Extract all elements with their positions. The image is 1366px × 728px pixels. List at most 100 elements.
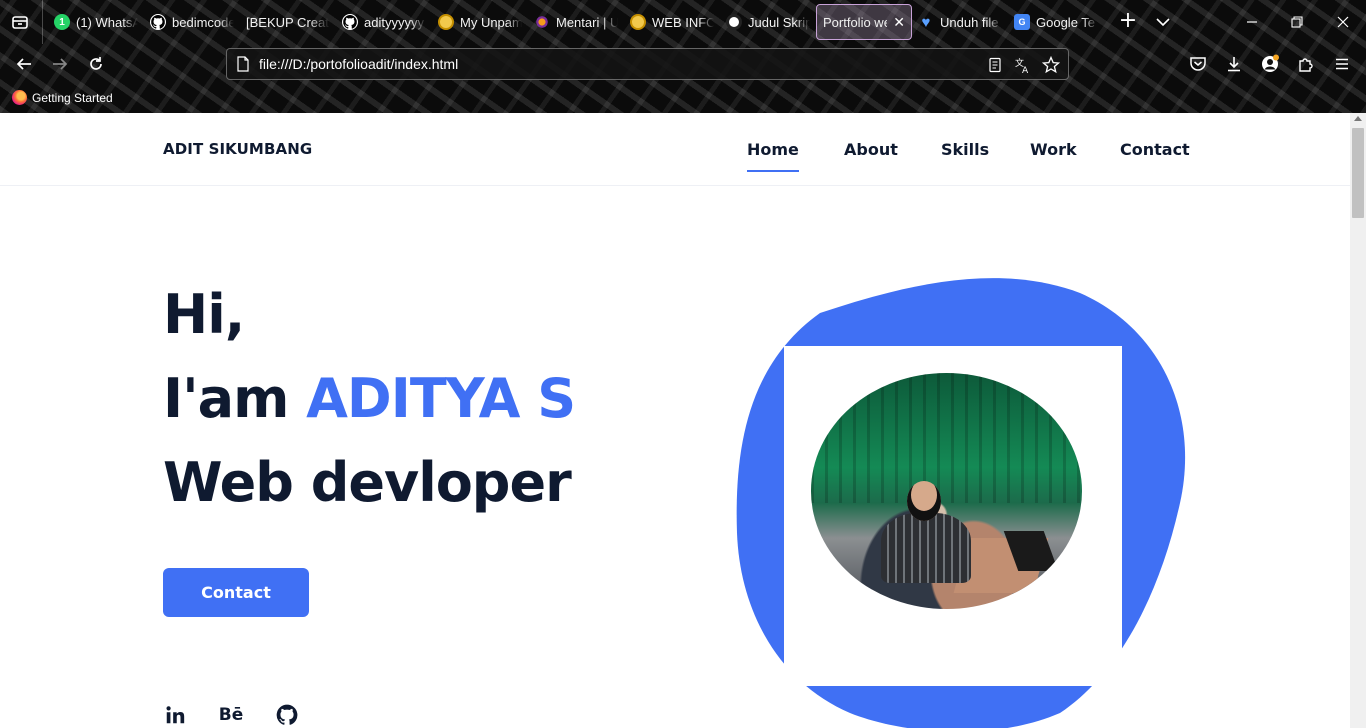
tab-unduh-file[interactable]: ♥ Unduh file [912,4,1008,40]
nav-about[interactable]: About [844,140,898,159]
hero-intro: I'am ADITYA S [163,367,576,430]
tab-portfolio[interactable]: Portfolio we ✕ [816,4,912,40]
minimize-button[interactable] [1240,10,1264,34]
mentari-icon [534,14,550,30]
tab-my-unpam[interactable]: My Unpam [432,4,528,40]
page-viewport: ADIT SIKUMBANG Home About Skills Work Co… [0,113,1350,728]
pocket-button[interactable] [1186,52,1210,76]
linkedin-icon [166,706,185,724]
contact-button[interactable]: Contact [163,568,309,617]
account-icon [1262,54,1279,72]
reader-view-icon [989,57,1001,73]
list-all-tabs-button[interactable] [1156,12,1178,32]
forward-button[interactable] [48,52,72,76]
account-button[interactable] [1258,52,1282,76]
bookmarks-toolbar: Getting Started [0,86,1366,112]
close-window-button[interactable] [1331,10,1355,34]
site-logo[interactable]: ADIT SIKUMBANG [163,140,312,158]
tab-bedimcode[interactable]: bedimcode [144,4,240,40]
github-icon [276,704,298,725]
browser-chrome: 1 (1) WhatsApp bedimcode [BEKUP Create a… [0,0,1366,113]
pocket-icon [1190,57,1206,71]
page-scrollbar[interactable] [1350,113,1366,728]
hero-greeting: Hi, [163,283,245,346]
tab-adityyyyyy[interactable]: adityyyyyy [336,4,432,40]
github-icon [150,14,166,30]
extensions-button[interactable] [1294,52,1318,76]
tab-google-translate[interactable]: G Google Te [1008,4,1104,40]
translate-icon: 文A [1015,57,1029,74]
tabs: 1 (1) WhatsApp bedimcode [BEKUP Create a… [48,4,1104,40]
heart-icon: ♥ [921,13,931,31]
hero-role: Web devloper [163,451,572,514]
new-tab-button[interactable]: + [1116,10,1140,34]
github-link[interactable] [275,703,299,727]
tab-separator [42,0,43,44]
translate-button[interactable]: 文A [1013,55,1033,75]
chevron-down-icon [1156,18,1170,27]
back-button[interactable] [12,52,36,76]
url-input[interactable] [259,54,959,74]
tab-mentari[interactable]: Mentari | U [528,4,624,40]
navigation-toolbar: 文A [0,44,1366,84]
restore-button[interactable] [1285,10,1309,34]
scroll-up-arrow-icon[interactable] [1354,116,1362,121]
tab-label: adityyyyyy [364,14,424,30]
tab-bekup[interactable]: [BEKUP Create [240,4,336,40]
hero-intro-prefix: I'am [163,367,307,430]
tab-label: Mentari | U [556,14,618,30]
puzzle-icon [1299,58,1313,72]
hamburger-menu-icon [1336,58,1348,70]
unpam-icon [630,14,646,30]
tab-label: bedimcode [172,14,234,30]
hero-name: ADITYA S [306,367,576,430]
address-bar[interactable]: 文A [226,48,1069,80]
tab-judul-skripsi[interactable]: Judul Skrip [720,4,816,40]
reload-icon [90,57,102,70]
github-icon [342,14,358,30]
google-translate-icon: G [1014,14,1030,30]
firefox-icon [12,90,27,105]
tab-label: My Unpam [460,14,522,30]
scrollbar-thumb[interactable] [1352,128,1364,218]
tab-list-button[interactable] [8,10,32,34]
bookmark-label: Getting Started [32,90,113,105]
close-icon [1337,16,1349,28]
tab-web-info[interactable]: WEB INFO [624,4,720,40]
profile-photo [811,373,1082,609]
tab-list-icon [12,16,28,29]
tab-label: WEB INFO [652,14,714,30]
reload-button[interactable] [84,52,108,76]
behance-link[interactable]: Bē [218,703,244,727]
tab-label: [BEKUP Create [246,14,330,30]
unpam-icon [438,14,454,30]
tab-label: Google Te [1036,14,1096,30]
arrow-left-icon [16,58,31,70]
nav-work[interactable]: Work [1030,140,1077,159]
menu-button[interactable] [1330,52,1354,76]
nav-home[interactable]: Home [747,140,799,172]
bookmark-getting-started[interactable]: Getting Started [12,90,113,105]
tab-label: Judul Skrip [748,14,810,30]
behance-icon: Bē [218,705,244,725]
tab-bar: 1 (1) WhatsApp bedimcode [BEKUP Create a… [0,0,1366,44]
nav-skills[interactable]: Skills [941,140,989,159]
tab-whatsapp[interactable]: 1 (1) WhatsApp [48,4,144,40]
tab-label: Unduh file [940,14,999,30]
tab-label: (1) WhatsApp [76,14,138,30]
linkedin-link[interactable] [163,703,187,727]
chatgpt-icon [726,14,742,30]
minimize-icon [1247,21,1257,23]
tab-label: Portfolio we [823,14,888,30]
whatsapp-icon: 1 [54,14,70,30]
restore-icon [1291,16,1303,28]
nav-contact[interactable]: Contact [1120,140,1190,159]
close-tab-icon[interactable]: ✕ [893,14,905,31]
download-icon [1228,57,1240,72]
downloads-button[interactable] [1222,52,1246,76]
bookmark-star-button[interactable] [1041,55,1061,75]
reader-view-button[interactable] [985,55,1005,75]
site-header: ADIT SIKUMBANG Home About Skills Work Co… [0,113,1350,186]
svg-text:A: A [1022,66,1029,74]
page-icon [237,56,249,72]
